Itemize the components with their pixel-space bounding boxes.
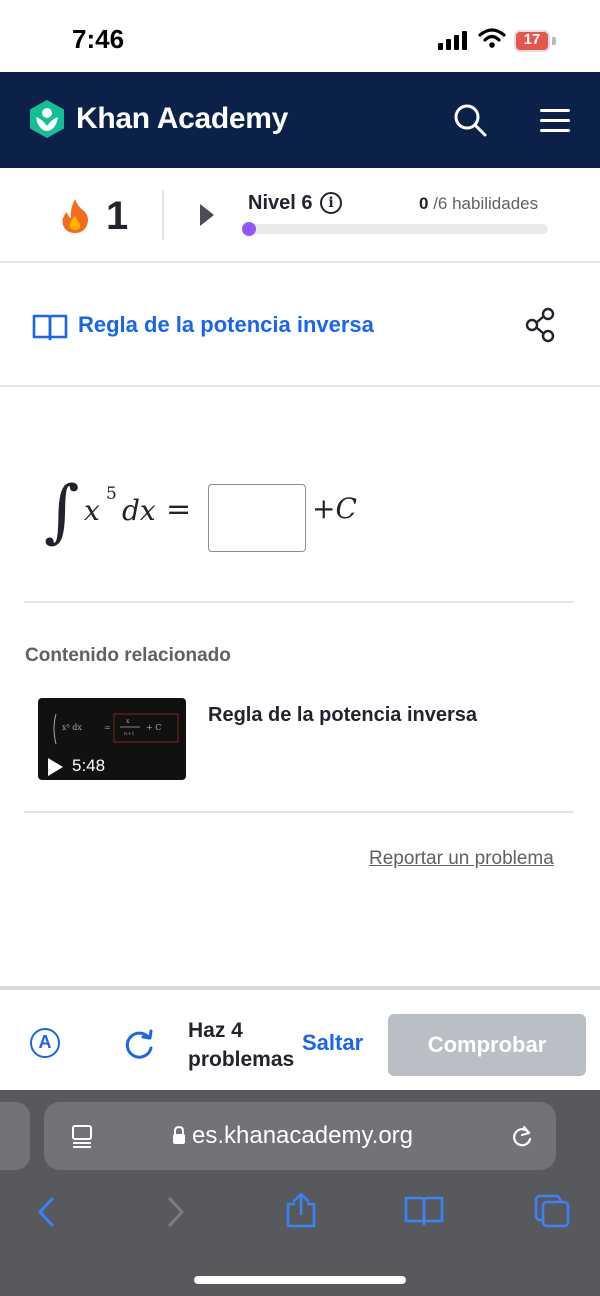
level-progress-bar — [244, 224, 548, 234]
status-bar: 7:46 17 — [0, 0, 600, 72]
related-content-heading: Contenido relacionado — [25, 645, 231, 666]
retry-icon[interactable] — [122, 1028, 156, 1062]
previous-tab[interactable] — [0, 1102, 30, 1170]
level-progress-marker — [242, 222, 256, 236]
exercise-action-bar: A Haz 4 problemas Saltar Comprobar — [0, 986, 600, 1090]
reload-icon[interactable] — [510, 1124, 534, 1148]
topic-title-link[interactable]: Regla de la potencia inversa — [78, 312, 374, 338]
forward-arrow-icon[interactable] — [164, 1196, 188, 1228]
integrand-variable: x — [84, 494, 100, 527]
bookmarks-icon[interactable] — [404, 1194, 444, 1226]
differential: dx — [122, 494, 156, 527]
battery-level: 17 — [523, 31, 541, 48]
skills-total: /6 habilidades — [433, 194, 539, 213]
content-divider — [24, 811, 574, 813]
svg-text:n+1: n+1 — [124, 731, 135, 737]
lock-icon — [173, 1126, 185, 1144]
khan-academy-logo-icon[interactable] — [26, 98, 68, 140]
video-thumbnail[interactable]: x⁵ dx = x n+1 + C 5:48 — [38, 698, 186, 780]
skills-count: 0 /6 habilidades — [419, 194, 538, 214]
level-label: Nivel 6 — [248, 192, 313, 214]
play-icon — [48, 758, 63, 776]
streak-flame-icon — [62, 199, 88, 233]
cellular-signal-icon — [438, 30, 468, 50]
hamburger-menu-icon[interactable] — [540, 107, 572, 135]
integration-constant: +C — [312, 492, 357, 525]
share-icon[interactable] — [524, 307, 556, 343]
topic-row: Regla de la potencia inversa — [0, 265, 600, 387]
progress-row: 1 Nivel 6 i 0 /6 habilidades — [0, 168, 600, 263]
wifi-icon — [478, 28, 506, 48]
skills-done: 0 — [419, 194, 429, 213]
brand-name[interactable]: Khan Academy — [76, 102, 288, 136]
accessibility-icon[interactable]: A — [30, 1028, 60, 1058]
svg-text:x: x — [126, 718, 130, 725]
streak-count: 1 — [106, 194, 129, 238]
svg-text:=: = — [104, 723, 111, 732]
tabs-overview-icon[interactable] — [534, 1194, 570, 1228]
search-icon[interactable] — [452, 102, 488, 138]
integral-sign: ∫ — [44, 472, 80, 551]
exercise-equation: ∫ x 5 dx = +C — [44, 470, 444, 560]
svg-text:+ C: + C — [146, 723, 161, 732]
check-button[interactable]: Comprobar — [388, 1014, 586, 1076]
expand-arrow-icon[interactable] — [200, 204, 214, 226]
site-header: Khan Academy — [0, 72, 600, 168]
skip-button[interactable]: Saltar — [302, 1030, 363, 1056]
url-text: es.khanacademy.org — [192, 1122, 414, 1149]
equals-sign: = — [166, 492, 192, 527]
browser-toolbar: es.khanacademy.org — [0, 1090, 600, 1296]
book-icon — [32, 314, 68, 341]
info-icon[interactable]: i — [320, 192, 342, 214]
plus-sign: + — [312, 492, 336, 525]
problems-line-1: Haz 4 — [188, 1019, 243, 1042]
problems-remaining: Haz 4 problemas — [188, 1016, 308, 1074]
address-bar[interactable]: es.khanacademy.org — [44, 1102, 556, 1170]
answer-input[interactable] — [208, 484, 306, 552]
status-time: 7:46 — [72, 24, 125, 54]
content-divider — [24, 601, 574, 603]
reader-mode-icon[interactable] — [70, 1124, 94, 1148]
constant-c: C — [335, 492, 357, 525]
related-video-title[interactable]: Regla de la potencia inversa — [208, 704, 477, 727]
row-divider — [162, 190, 164, 240]
svg-text:x⁵ dx: x⁵ dx — [62, 723, 82, 732]
integrand-exponent: 5 — [106, 484, 117, 504]
problems-line-2: problemas — [188, 1048, 295, 1071]
report-problem-link[interactable]: Reportar un problema — [369, 848, 554, 870]
home-indicator[interactable] — [194, 1276, 406, 1284]
share-sheet-icon[interactable] — [284, 1192, 318, 1228]
video-preview-image: x⁵ dx = x n+1 + C — [53, 713, 179, 745]
back-arrow-icon[interactable] — [34, 1196, 58, 1228]
battery-icon: 17 — [514, 30, 556, 52]
video-duration: 5:48 — [72, 756, 106, 775]
